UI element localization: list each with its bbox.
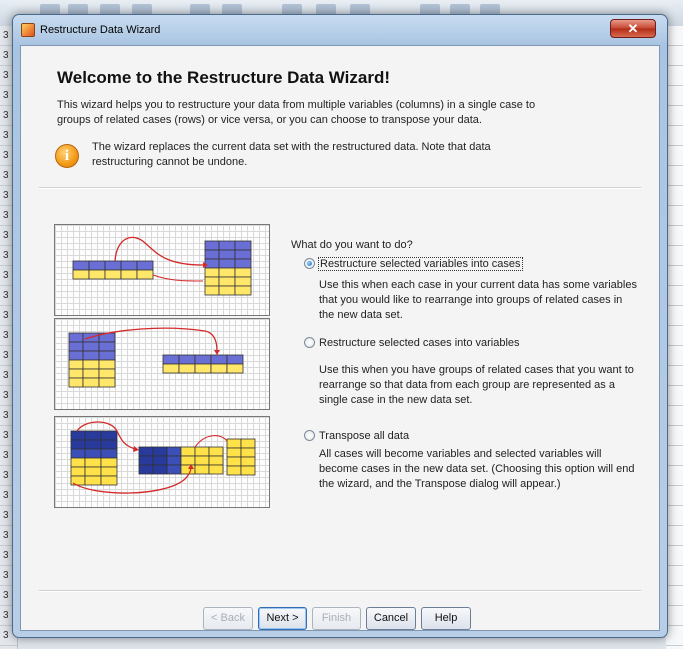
intro-line-2: groups of related cases (rows) or vice v… <box>57 114 482 126</box>
window-title: Restructure Data Wizard <box>40 24 161 36</box>
cases-to-variables-illustration <box>54 318 270 410</box>
help-button[interactable]: Help <box>421 607 471 630</box>
finish-button[interactable]: Finish <box>312 607 361 630</box>
info-icon: i <box>55 144 79 168</box>
option-transpose-description: All cases will become variables and sele… <box>319 448 635 490</box>
background-data-grid <box>666 26 683 649</box>
cancel-button[interactable]: Cancel <box>366 607 416 630</box>
radio-cases-to-variables[interactable] <box>304 337 315 348</box>
radio-transpose[interactable] <box>304 430 315 441</box>
transpose-illustration <box>54 416 270 508</box>
option-cases-to-variables[interactable]: Restructure selected cases into variable… <box>304 337 520 349</box>
variables-to-cases-illustration <box>54 224 270 316</box>
variables-to-cases-diagram <box>72 236 252 296</box>
option-cases-to-variables-label[interactable]: Restructure selected cases into variable… <box>319 337 520 349</box>
footer-separator <box>39 590 641 592</box>
warning-note: The wizard replaces the current data set… <box>92 140 572 170</box>
note-line-2: restructuring cannot be undone. <box>92 156 248 168</box>
back-button[interactable]: < Back <box>203 607 253 630</box>
close-button[interactable]: ✕ <box>610 19 656 38</box>
transpose-diagram <box>70 421 256 494</box>
wizard-content: Welcome to the Restructure Data Wizard! … <box>20 45 660 631</box>
next-button[interactable]: Next > <box>258 607 307 630</box>
option-variables-to-cases[interactable]: Restructure selected variables into case… <box>304 257 523 271</box>
option-transpose[interactable]: Transpose all data <box>304 430 409 442</box>
wizard-heading: Welcome to the Restructure Data Wizard! <box>57 68 390 87</box>
cases-to-variables-diagram <box>68 327 244 388</box>
note-line-1: The wizard replaces the current data set… <box>92 141 491 153</box>
intro-line-1: This wizard helps you to restructure you… <box>57 99 536 111</box>
wizard-app-icon <box>21 23 35 37</box>
option-cases-to-variables-description: Use this when you have groups of related… <box>319 364 634 406</box>
option-transpose-label[interactable]: Transpose all data <box>319 430 409 442</box>
question-label: What do you want to do? <box>291 239 413 251</box>
option-variables-to-cases-label[interactable]: Restructure selected variables into case… <box>318 257 523 271</box>
intro-text: This wizard helps you to restructure you… <box>57 98 637 128</box>
header-panel: Welcome to the Restructure Data Wizard! … <box>21 46 659 196</box>
title-bar[interactable]: Restructure Data Wizard ✕ <box>13 15 667 45</box>
radio-variables-to-cases[interactable] <box>304 258 315 269</box>
option-variables-to-cases-description: Use this when each case in your current … <box>319 279 637 321</box>
header-separator <box>39 187 641 189</box>
restructure-wizard-window: Restructure Data Wizard ✕ Welcome to the… <box>12 14 668 638</box>
